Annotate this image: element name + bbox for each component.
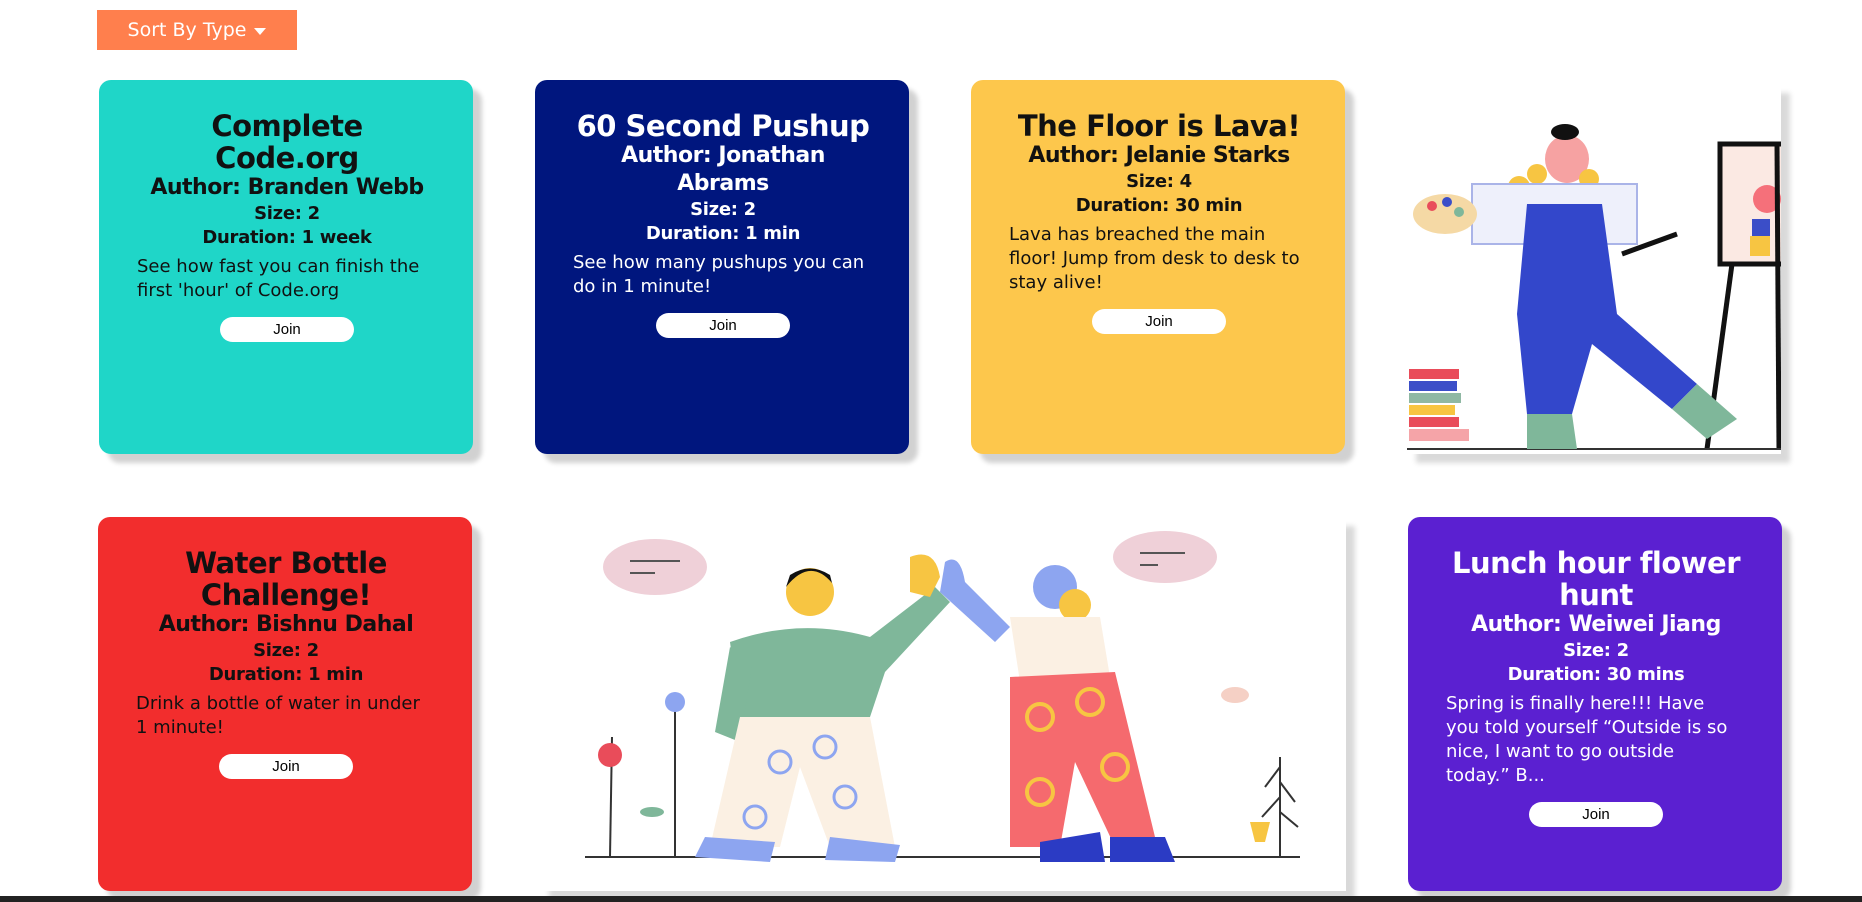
card-duration: Duration: 1 min: [645, 223, 801, 244]
challenge-card-water-bottle: Water Bottle Challenge! Author: Bishnu D…: [98, 517, 472, 891]
card-title: Lunch hour flower hunt: [1451, 546, 1741, 612]
challenge-card-pushup: 60 Second Pushup Author: Jonathan Abrams…: [535, 80, 909, 454]
card-author: Author: Jelanie Starks: [1028, 143, 1290, 168]
join-button[interactable]: Join: [1529, 802, 1663, 827]
painter-illustration: [1407, 84, 1781, 454]
challenge-card-code-org: Complete Code.org Author: Branden Webb S…: [99, 80, 473, 454]
book-icon: [1409, 429, 1469, 441]
hair-icon: [1059, 589, 1091, 621]
pants-icon: [710, 717, 895, 847]
card-duration: Duration: 1 week: [202, 227, 372, 248]
join-button[interactable]: Join: [656, 313, 790, 338]
hair-braid: [1527, 164, 1547, 184]
card-size: Size: 2: [254, 203, 320, 224]
book-icon: [1409, 393, 1461, 403]
sort-by-type-button[interactable]: Sort By Type: [97, 10, 297, 50]
boot-icon: [1110, 837, 1175, 862]
card-author: Author: Weiwei Jiang: [1471, 612, 1721, 637]
card-size: Size: 2: [1563, 640, 1629, 661]
plant-bud-icon: [598, 743, 622, 767]
boot-icon: [1527, 414, 1577, 449]
tulip-icon: [1250, 822, 1270, 842]
beret-icon: [1551, 124, 1579, 140]
card-title: The Floor is Lava!: [1017, 109, 1301, 143]
shirt-icon: [1010, 617, 1110, 682]
card-author: Author: Bishnu Dahal: [158, 612, 414, 637]
paint-dot: [1454, 207, 1464, 217]
card-description: See how fast you can finish the first 'h…: [137, 256, 420, 301]
card-description: Drink a bottle of water in under 1 minut…: [136, 693, 420, 738]
painter-illustration-svg: [1407, 124, 1781, 450]
book-icon: [1409, 417, 1459, 427]
canvas-shape: [1752, 219, 1770, 237]
card-size: Size: 2: [253, 640, 319, 661]
high-five-illustration: [540, 517, 1346, 891]
taskbar-strip: [0, 896, 1862, 902]
plant-flower-icon: [665, 692, 685, 712]
card-size: Size: 2: [690, 199, 756, 220]
speech-bubble-icon: [603, 539, 707, 595]
card-size: Size: 4: [1126, 171, 1192, 192]
high-five-illustration-svg: [585, 531, 1300, 862]
challenge-card-floor-lava: The Floor is Lava! Author: Jelanie Stark…: [971, 80, 1345, 454]
paint-dot: [1442, 197, 1452, 207]
leaf-icon: [640, 807, 664, 817]
arm-icon: [940, 559, 1010, 642]
join-button[interactable]: Join: [1092, 309, 1226, 334]
pants-icon: [1010, 672, 1155, 847]
card-description: Spring is finally here!!! Have you told …: [1446, 693, 1728, 786]
card-author: Author: Branden Webb: [150, 175, 424, 200]
paint-dot: [1427, 201, 1437, 211]
card-title: 60 Second Pushup: [576, 109, 870, 143]
canvas-shape: [1750, 236, 1770, 256]
easel-leg: [1774, 143, 1781, 450]
card-description: Lava has breached the main floor! Jump f…: [1009, 224, 1300, 293]
sort-button-label: Sort By Type: [127, 19, 247, 41]
book-icon: [1409, 405, 1455, 415]
card-duration: Duration: 30 mins: [1507, 664, 1685, 685]
card-title: Complete Code.org: [211, 109, 363, 175]
card-title: Water Bottle Challenge!: [185, 546, 387, 612]
caret-down-icon: [254, 27, 267, 35]
card-duration: Duration: 30 min: [1075, 195, 1243, 216]
challenge-card-flower-hunt: Lunch hour flower hunt Author: Weiwei Ji…: [1408, 517, 1782, 891]
join-button[interactable]: Join: [219, 754, 353, 779]
book-icon: [1409, 381, 1457, 391]
shirt-icon: [730, 587, 950, 717]
book-icon: [1409, 369, 1459, 379]
card-author: Author: Jonathan Abrams: [621, 143, 825, 196]
join-button[interactable]: Join: [220, 317, 354, 342]
card-duration: Duration: 1 min: [208, 664, 364, 685]
speech-bubble-icon: [1113, 531, 1217, 583]
card-description: See how many pushups you can do in 1 min…: [573, 252, 865, 297]
bird-icon: [1221, 687, 1249, 703]
